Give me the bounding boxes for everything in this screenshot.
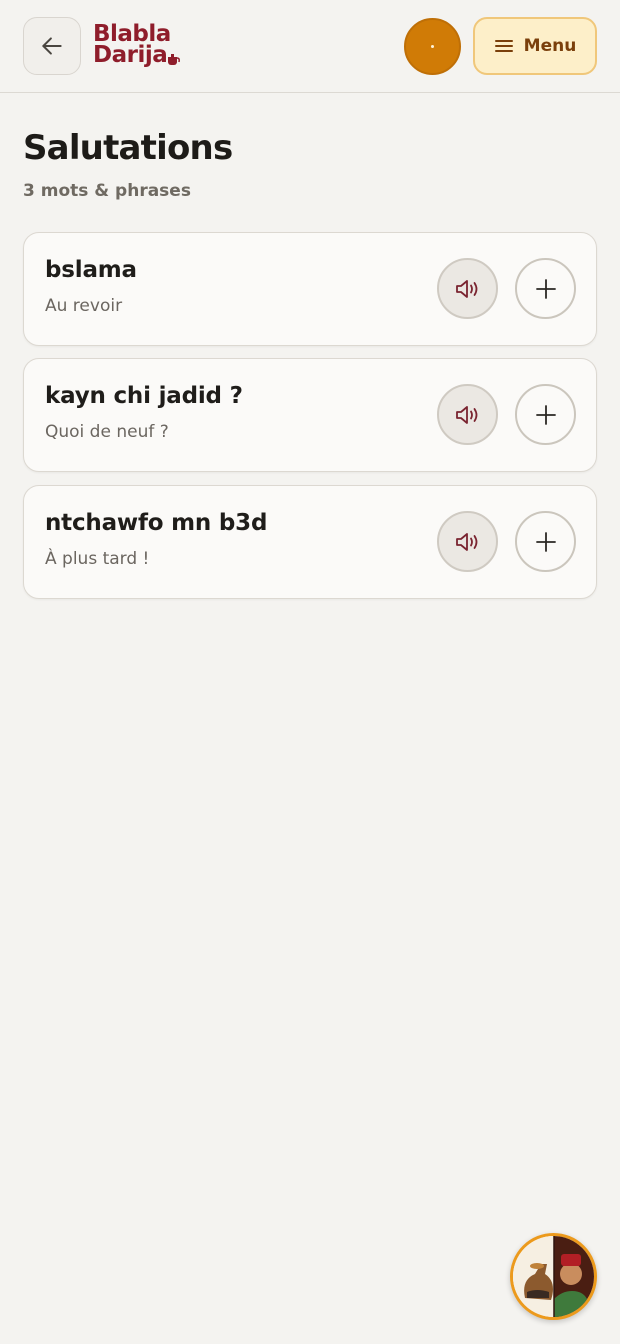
plus-icon	[535, 531, 556, 552]
hamburger-icon	[494, 40, 513, 52]
phrase-translation: À plus tard !	[45, 549, 150, 569]
page-title: Salutations	[23, 128, 233, 168]
play-audio-button[interactable]	[437, 258, 498, 319]
menu-label: Menu	[523, 36, 577, 56]
menu-button[interactable]: Menu	[473, 17, 597, 75]
phrase-translation: Quoi de neuf ?	[45, 422, 169, 442]
add-to-list-button[interactable]	[515, 384, 576, 445]
teapot-icon	[168, 54, 180, 65]
phrase-card: ntchawfo mn b3d À plus tard !	[23, 485, 597, 599]
avatar-dot	[431, 45, 434, 48]
speaker-icon	[455, 405, 477, 424]
arrow-left-icon	[42, 37, 62, 55]
assistant-illustration	[513, 1236, 594, 1317]
phrase-term: ntchawfo mn b3d	[45, 510, 268, 536]
phrase-term: bslama	[45, 257, 137, 283]
plus-icon	[535, 278, 556, 299]
back-button[interactable]	[23, 17, 81, 75]
phrase-card: bslama Au revoir	[23, 232, 597, 346]
add-to-list-button[interactable]	[515, 511, 576, 572]
blabla-darija-logo[interactable]: Blabla Darija	[93, 22, 189, 74]
user-avatar[interactable]	[404, 18, 461, 75]
phrase-card: kayn chi jadid ? Quoi de neuf ?	[23, 358, 597, 472]
speaker-icon	[455, 279, 477, 298]
phrase-term: kayn chi jadid ?	[45, 383, 243, 409]
logo-line-2: Darija	[93, 42, 168, 68]
top-bar: Blabla Darija Menu	[0, 0, 620, 93]
add-to-list-button[interactable]	[515, 258, 576, 319]
page-subtitle: 3 mots & phrases	[23, 181, 191, 201]
phrase-translation: Au revoir	[45, 296, 123, 316]
play-audio-button[interactable]	[437, 384, 498, 445]
speaker-icon	[455, 532, 477, 551]
plus-icon	[535, 404, 556, 425]
assistant-avatar-button[interactable]	[510, 1233, 597, 1320]
play-audio-button[interactable]	[437, 511, 498, 572]
